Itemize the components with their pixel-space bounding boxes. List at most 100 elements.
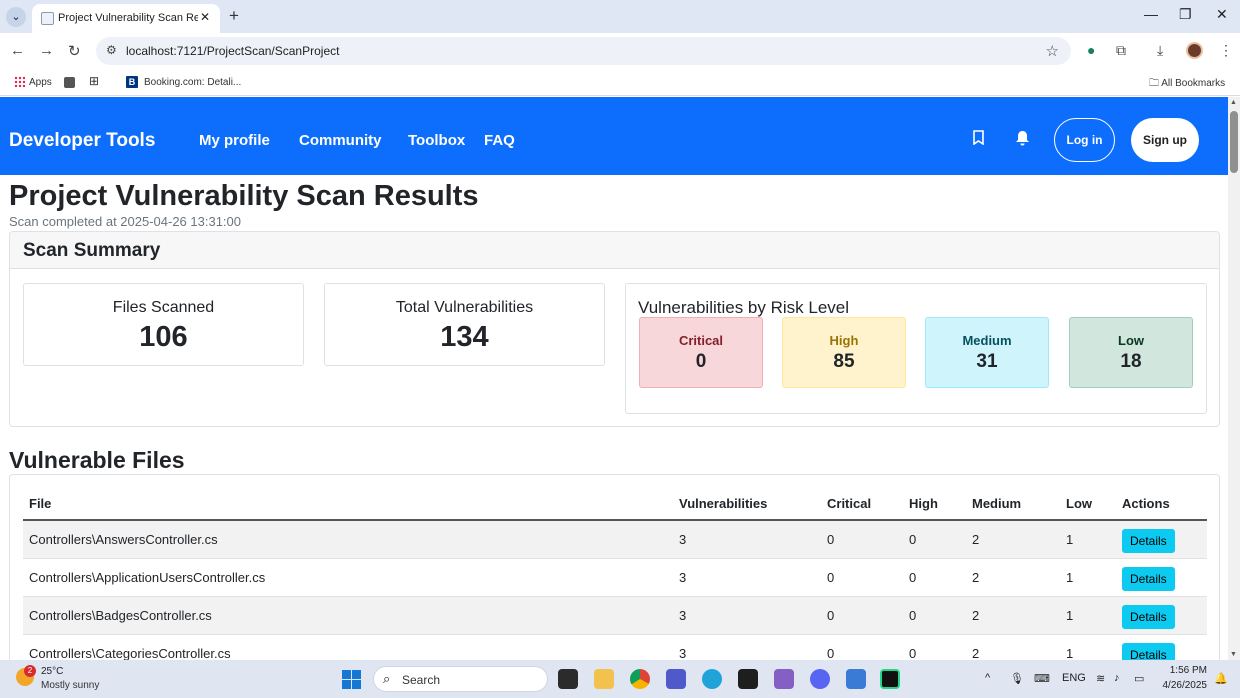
url-text[interactable]: localhost:7121/ProjectScan/ScanProject <box>126 44 339 58</box>
download-icon[interactable]: ⤓ <box>1157 42 1163 59</box>
reload-icon[interactable]: ↻ <box>68 42 81 60</box>
tab-search-chevron-icon[interactable]: ⌄ <box>6 7 26 27</box>
risk-low-label: Low <box>1118 333 1144 348</box>
pycharm-icon[interactable] <box>880 669 900 689</box>
bookmark-icon[interactable] <box>972 130 985 150</box>
col-actions: Actions <box>1116 487 1207 521</box>
col-low: Low <box>1060 487 1116 521</box>
notification-bell-icon[interactable]: 🔔 <box>1214 672 1228 685</box>
all-bookmarks[interactable]: 🗀 All Bookmarks <box>1149 76 1225 93</box>
keyboard-icon[interactable]: ⌨ <box>1034 672 1050 685</box>
clock-time[interactable]: 1:56 PM <box>1167 665 1207 676</box>
cell-medium: 2 <box>966 520 1060 559</box>
task-view-icon[interactable] <box>558 669 578 689</box>
page-scrollbar[interactable]: ▲ ▼ <box>1228 97 1240 660</box>
tab-close-icon[interactable]: ✕ <box>200 10 210 24</box>
site-navbar: Developer Tools My profile Community Too… <box>0 97 1228 175</box>
back-arrow-icon[interactable]: ← <box>10 42 25 59</box>
forward-arrow-icon[interactable]: → <box>39 42 54 59</box>
cell-medium: 2 <box>966 634 1060 660</box>
details-button[interactable]: Details <box>1122 643 1175 660</box>
address-bar[interactable]: ⚙ localhost:7121/ProjectScan/ScanProject… <box>96 37 1071 65</box>
terminal-icon[interactable] <box>738 669 758 689</box>
extensions-puzzle-icon[interactable]: ⧉ <box>1116 42 1126 59</box>
folder-icon: 🗀 <box>1149 78 1162 89</box>
col-file: File <box>23 487 673 521</box>
all-bookmarks-label: All Bookmarks <box>1161 78 1226 89</box>
weather-temperature[interactable]: 25°C <box>41 666 63 677</box>
cell-critical: 0 <box>821 596 903 635</box>
risk-critical-label: Critical <box>678 333 724 348</box>
minimize-icon[interactable]: — <box>1144 6 1158 22</box>
tray-chevron-icon[interactable]: ^ <box>985 672 990 684</box>
restore-icon[interactable]: ❐ <box>1179 6 1192 23</box>
windows-start-icon[interactable] <box>342 670 361 689</box>
cell-actions: Details <box>1116 520 1207 559</box>
scroll-down-arrow-icon[interactable]: ▼ <box>1230 651 1237 658</box>
files-scanned-value: 106 <box>139 321 188 353</box>
browser-tab[interactable]: Project Vulnerability Scan Resul ✕ <box>32 4 220 33</box>
cell-low: 1 <box>1060 520 1116 559</box>
language-indicator[interactable]: ENG <box>1062 672 1086 684</box>
cell-high: 0 <box>903 634 966 660</box>
taskbar-search[interactable]: ⌕ Search <box>373 666 548 692</box>
table-row: Controllers\BadgesController.cs 3 0 0 2 … <box>23 596 1207 635</box>
teams-icon[interactable] <box>666 669 686 689</box>
nav-toolbox[interactable]: Toolbox <box>408 132 465 149</box>
profile-avatar[interactable] <box>1186 42 1203 59</box>
details-button[interactable]: Details <box>1122 529 1175 554</box>
scroll-up-arrow-icon[interactable]: ▲ <box>1230 99 1237 106</box>
bookmark-apps[interactable]: Apps <box>14 76 52 88</box>
file-explorer-icon[interactable] <box>594 669 614 689</box>
window-close-icon[interactable]: ✕ <box>1216 6 1228 23</box>
discord-icon[interactable] <box>810 669 830 689</box>
page-title: Project Vulnerability Scan Results <box>9 180 479 212</box>
risk-medium-box: Medium 31 <box>925 317 1049 388</box>
page-viewport: Developer Tools My profile Community Too… <box>0 97 1228 660</box>
cell-actions: Details <box>1116 596 1207 635</box>
cell-file: Controllers\CategoriesController.cs <box>23 634 673 660</box>
cell-high: 0 <box>903 596 966 635</box>
details-button[interactable]: Details <box>1122 605 1175 629</box>
edge-icon[interactable] <box>702 669 722 689</box>
scrollbar-thumb[interactable] <box>1230 111 1238 173</box>
site-info-icon[interactable]: ⚙ <box>106 43 117 57</box>
scan-summary-header: Scan Summary <box>10 232 1219 269</box>
cell-high: 0 <box>903 520 966 559</box>
clock-date[interactable]: 4/26/2025 <box>1159 680 1208 691</box>
bookmark-booking[interactable]: B Booking.com: Detali... <box>126 76 241 88</box>
bookmark-folder-icon[interactable] <box>64 77 75 88</box>
table-row: Controllers\ApplicationUsersController.c… <box>23 558 1207 597</box>
nav-faq[interactable]: FAQ <box>484 132 515 149</box>
chrome-icon[interactable] <box>630 669 650 689</box>
microphone-icon[interactable]: 🎙 <box>1010 672 1024 685</box>
bookmark-star-icon[interactable]: ☆ <box>1046 42 1059 60</box>
weather-badge: 2 <box>24 665 36 677</box>
weather-description[interactable]: Mostly sunny <box>41 680 99 691</box>
extension-icon[interactable]: ● <box>1087 42 1095 58</box>
login-button[interactable]: Log in <box>1054 118 1115 162</box>
tab-groups-icon[interactable]: ⊞ <box>89 74 99 88</box>
details-button[interactable]: Details <box>1122 567 1175 591</box>
table-row: Controllers\AnswersController.cs 3 0 0 2… <box>23 520 1207 559</box>
signup-button[interactable]: Sign up <box>1131 118 1199 162</box>
new-tab-plus-icon[interactable]: + <box>229 6 239 26</box>
risk-high-value: 85 <box>833 351 855 372</box>
bookmark-booking-label: Booking.com: Detali... <box>144 77 242 88</box>
notepad-icon[interactable] <box>846 669 866 689</box>
nav-community[interactable]: Community <box>299 132 382 149</box>
windows-taskbar: 2 25°C Mostly sunny ⌕ Search ^ 🎙 ⌨ ENG ≋… <box>0 660 1240 698</box>
nav-my-profile[interactable]: My profile <box>199 132 270 149</box>
col-medium: Medium <box>966 487 1060 521</box>
cell-file: Controllers\ApplicationUsersController.c… <box>23 558 673 597</box>
cell-vulnerabilities: 3 <box>673 634 821 660</box>
wifi-icon[interactable]: ≋ <box>1096 672 1105 685</box>
volume-icon[interactable]: ♪ <box>1114 672 1120 684</box>
brand-logo[interactable]: Developer Tools <box>9 130 155 152</box>
col-critical: Critical <box>821 487 903 521</box>
browser-menu-icon[interactable]: ⋮ <box>1219 42 1233 59</box>
risk-level-panel: Vulnerabilities by Risk Level Critical 0… <box>625 283 1207 414</box>
bell-icon[interactable] <box>1015 130 1030 151</box>
battery-icon[interactable]: ▭ <box>1134 672 1144 685</box>
visual-studio-icon[interactable] <box>774 669 794 689</box>
